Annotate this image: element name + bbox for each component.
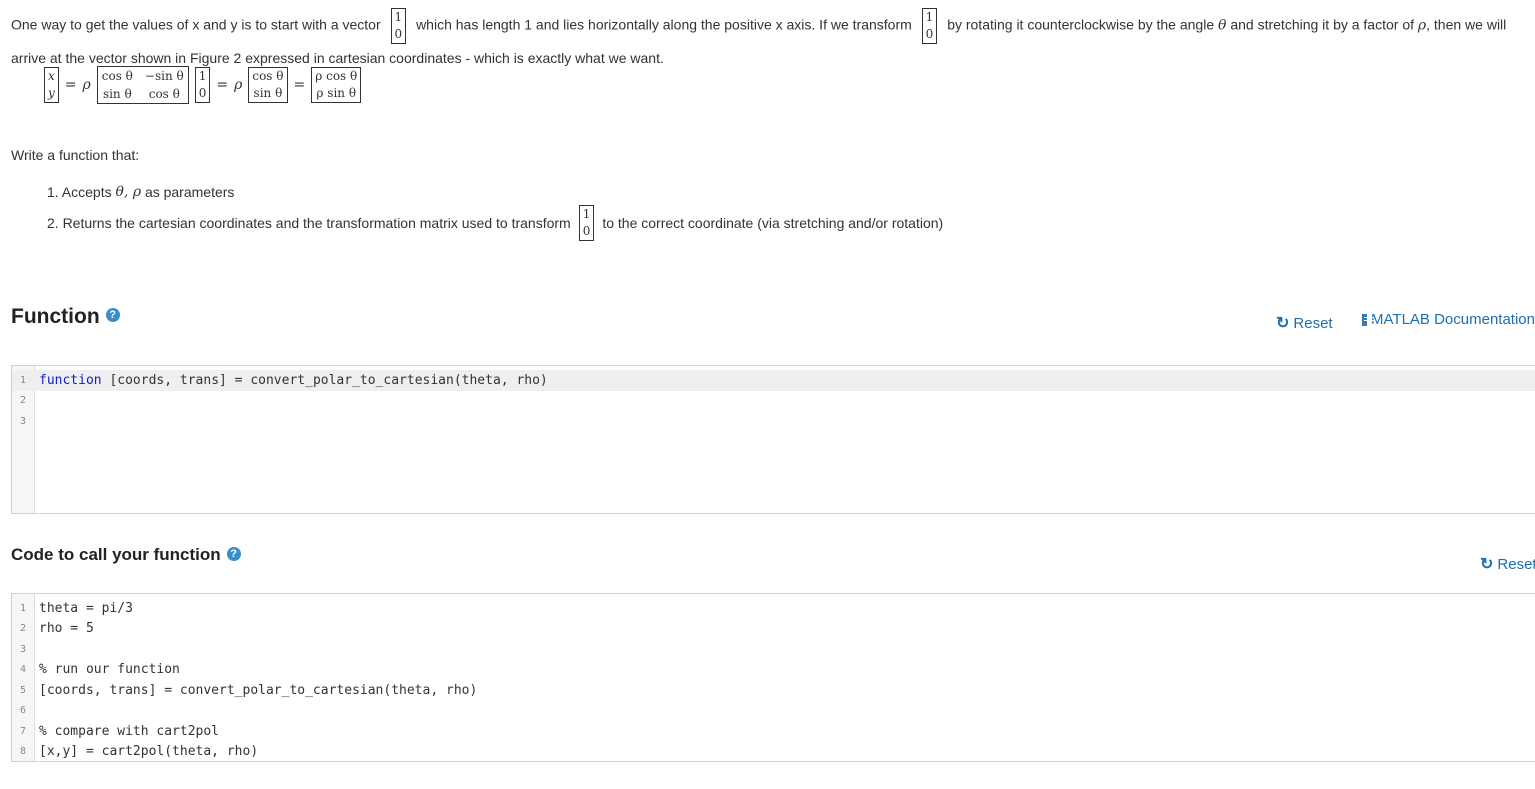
code-line[interactable]: 3 (12, 639, 1535, 660)
intro-paragraph: One way to get the values of x and y is … (11, 8, 1521, 73)
list-item: 1. Accepts θ, ρ as parameters (47, 183, 235, 200)
code-line[interactable]: 5 [coords, trans] = convert_polar_to_car… (12, 680, 1535, 701)
code-line[interactable]: 1 theta = pi/3 (12, 598, 1535, 619)
function-editor[interactable]: 1 function [coords, trans] = convert_pol… (11, 365, 1535, 514)
call-code-editor[interactable]: 1 theta = pi/3 2 rho = 5 3 4 % run our f… (11, 593, 1535, 762)
task-intro: Write a function that: (11, 147, 140, 163)
code-line[interactable]: 2 rho = 5 (12, 619, 1535, 640)
call-code-heading: Code to call your function? (11, 545, 241, 565)
reset-button[interactable]: ↻ Reset (1276, 313, 1333, 333)
function-heading: Function? (11, 305, 120, 329)
code-line[interactable]: 3 (12, 411, 1535, 432)
code-line[interactable]: 2 (12, 391, 1535, 412)
rotation-matrix: cos θ −sin θ sin θ cos θ (96, 66, 189, 104)
intro-text-1: One way to get the values of x and y is … (11, 16, 381, 33)
reset-call-button[interactable]: ↻ Reset (1480, 554, 1535, 574)
reset-icon: ↻ (1480, 556, 1494, 573)
code-line[interactable]: 7 % compare with cart2pol (12, 721, 1535, 742)
task-list: 1. Accepts θ, ρ as parameters 2. Returns… (47, 176, 943, 241)
intro-text-2: which has length 1 and lies horizontally… (416, 16, 912, 33)
help-icon[interactable]: ? (105, 308, 120, 323)
unit-vector: 1 0 (194, 67, 211, 103)
code-line[interactable]: 4 % run our function (12, 660, 1535, 681)
intro-text-6: arrive at the vector shown in Figure 2 e… (11, 50, 664, 66)
intro-text-3: by rotating it counterclockwise by the a… (947, 16, 1215, 33)
transformation-equation: x y = ρ cos θ −sin θ sin θ cos θ 1 0 = ρ… (44, 66, 362, 104)
code-line[interactable]: 1 function [coords, trans] = convert_pol… (12, 370, 1535, 391)
code-line[interactable]: 6 (12, 701, 1535, 722)
help-icon[interactable]: ? (226, 546, 241, 561)
list-item: 2. Returns the cartesian coordinates and… (47, 204, 943, 241)
intro-text-5: , then we will (1426, 16, 1507, 33)
unit-vector: 1 0 (578, 204, 595, 241)
code-line[interactable]: 8 [x,y] = cart2pol(theta, rho) (12, 742, 1535, 763)
matlab-documentation-link[interactable]: MATLAB Documentation (1362, 311, 1535, 328)
theta-symbol: θ (1218, 17, 1227, 34)
book-icon (1362, 313, 1375, 326)
xy-vector: x y (44, 67, 59, 103)
unit-vector: 1 0 (390, 8, 407, 44)
trig-vector: cos θ sin θ (248, 67, 288, 103)
reset-icon: ↻ (1276, 315, 1290, 332)
intro-text-4: and stretching it by a factor of (1230, 16, 1414, 33)
unit-vector: 1 0 (921, 8, 938, 44)
result-vector: ρ cos θ ρ sin θ (311, 67, 362, 103)
rho-symbol: ρ (1417, 17, 1427, 34)
